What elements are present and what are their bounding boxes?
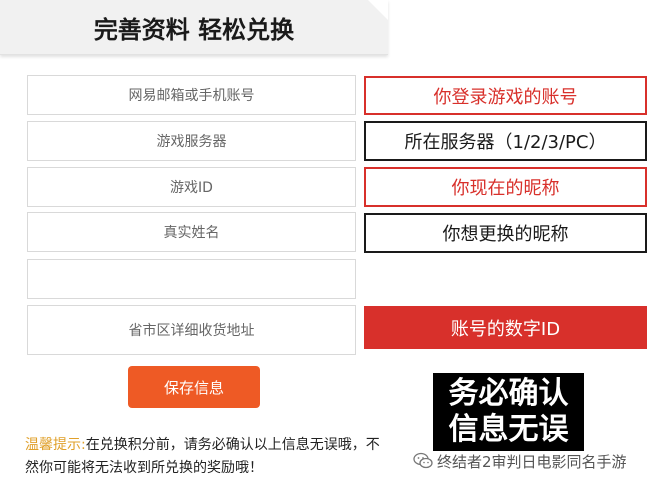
address-field[interactable]: 省市区详细收货地址 <box>27 305 356 355</box>
wechat-icon <box>413 452 433 469</box>
tip-label: 温馨提示: <box>25 437 86 453</box>
confirm-line-2: 信息无误 <box>448 412 569 447</box>
account-field[interactable]: 网易邮箱或手机账号 <box>27 75 356 115</box>
account-annotation: 你登录游戏的账号 <box>364 76 647 115</box>
game-id-field[interactable]: 游戏ID <box>27 167 356 207</box>
numeric-id-annotation: 账号的数字ID <box>364 306 647 349</box>
real-name-field[interactable]: 真实姓名 <box>27 212 356 252</box>
new-nickname-annotation: 你想更换的昵称 <box>364 213 647 253</box>
server-field[interactable]: 游戏服务器 <box>27 121 356 161</box>
confirm-notice: 务必确认 信息无误 <box>433 373 584 451</box>
phone-field[interactable] <box>27 259 356 299</box>
page-title: 完善资料 轻松兑换 <box>0 0 388 55</box>
save-button[interactable]: 保存信息 <box>128 366 260 408</box>
server-annotation: 所在服务器（1/2/3/PC） <box>364 121 647 161</box>
tip-text: 温馨提示:在兑换积分前，请务必确认以上信息无误哦，不然你可能将无法收到所兑换的奖… <box>25 434 385 480</box>
confirm-line-1: 务必确认 <box>448 376 569 411</box>
watermark: 终结者2审判日电影同名手游 <box>413 450 653 472</box>
current-nickname-annotation: 你现在的昵称 <box>364 167 647 207</box>
title-tab-fold <box>368 0 388 20</box>
watermark-text: 终结者2审判日电影同名手游 <box>437 452 627 471</box>
